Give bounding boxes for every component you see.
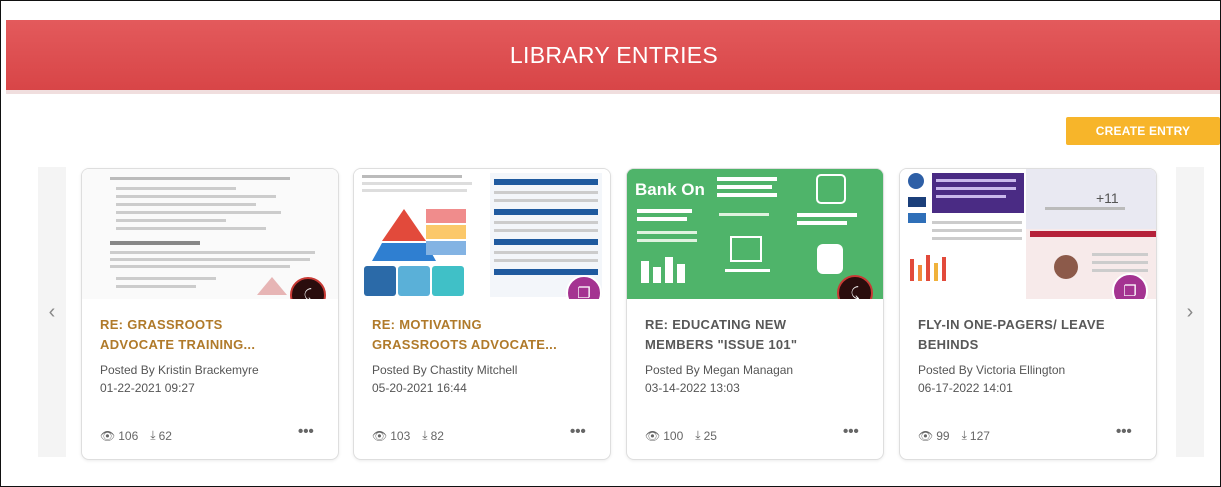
binoculars-icon: 👁: [645, 428, 661, 443]
card-title[interactable]: RE: GRASSROOTS ADVOCATE TRAINING...: [100, 315, 328, 355]
binoculars-icon: 👁: [372, 428, 388, 443]
card-stats: 👁 99 ⤓ 127: [918, 428, 990, 443]
card-title[interactable]: RE: MOTIVATING GRASSROOTS ADVOCATE...: [372, 315, 600, 355]
header-divider: [6, 90, 1220, 94]
views-stat: 👁 103: [372, 428, 411, 443]
download-icon: ⤓: [150, 428, 156, 442]
downloads-stat: ⤓ 25: [695, 428, 717, 443]
thumbnail-brand: Bank On: [635, 180, 705, 199]
binoculars-icon: 👁: [100, 428, 116, 443]
download-icon: ⤓: [961, 428, 967, 442]
more-options-icon[interactable]: •••: [1116, 423, 1132, 440]
more-options-icon[interactable]: •••: [843, 423, 859, 440]
downloads-stat: ⤓ 62: [150, 428, 172, 443]
card-title[interactable]: RE: EDUCATING NEW MEMBERS "ISSUE 101": [645, 315, 873, 355]
card-author: Posted By Chastity Mitchell: [372, 363, 518, 377]
extra-pages-count: +11: [1096, 190, 1119, 206]
document-thumbnail[interactable]: ⤹: [82, 169, 338, 299]
card-author: Posted By Megan Managan: [645, 363, 794, 377]
library-panel: LIBRARY ENTRIES CREATE ENTRY ‹ › ⤹ RE: G…: [0, 0, 1221, 487]
binoculars-icon: 👁: [918, 428, 934, 443]
next-arrow-button[interactable]: ›: [1176, 167, 1204, 457]
library-header: LIBRARY ENTRIES: [6, 20, 1220, 90]
create-entry-button[interactable]: CREATE ENTRY: [1066, 117, 1220, 145]
more-options-icon[interactable]: •••: [298, 423, 314, 440]
card-date: 01-22-2021 09:27: [100, 381, 195, 395]
more-options-icon[interactable]: •••: [570, 423, 586, 440]
card-stats: 👁 106 ⤓ 62: [100, 428, 172, 443]
chevron-right-icon: ›: [1186, 300, 1194, 323]
library-card[interactable]: ⤹ RE: GRASSROOTS ADVOCATE TRAINING... Po…: [81, 168, 339, 460]
card-stats: 👁 103 ⤓ 82: [372, 428, 444, 443]
card-title[interactable]: FLY-IN ONE-PAGERS/ LEAVE BEHINDS: [918, 315, 1146, 355]
library-card[interactable]: ❐ RE: MOTIVATING GRASSROOTS ADVOCATE... …: [353, 168, 611, 460]
download-icon: ⤓: [422, 428, 428, 442]
downloads-stat: ⤓ 127: [961, 428, 990, 443]
download-icon: ⤓: [695, 428, 701, 442]
views-stat: 👁 100: [645, 428, 684, 443]
card-stats: 👁 100 ⤓ 25: [645, 428, 717, 443]
library-card[interactable]: Bank On ⤹ RE: EDUCATING NEW MEMBERS "ISS…: [626, 168, 884, 460]
library-card[interactable]: +11 ❐ FLY-IN ONE-PAGERS/ LEAVE BEHINDS P…: [899, 168, 1157, 460]
prev-arrow-button[interactable]: ‹: [38, 167, 66, 457]
card-date: 05-20-2021 16:44: [372, 381, 467, 395]
card-date: 03-14-2022 13:03: [645, 381, 740, 395]
page-title: LIBRARY ENTRIES: [509, 41, 719, 68]
views-stat: 👁 106: [100, 428, 139, 443]
downloads-stat: ⤓ 82: [422, 428, 444, 443]
card-author: Posted By Kristin Brackemyre: [100, 363, 259, 377]
document-thumbnail[interactable]: Bank On ⤹: [627, 169, 883, 299]
chevron-left-icon: ‹: [48, 300, 56, 323]
document-thumbnail[interactable]: +11 ❐: [900, 169, 1156, 299]
views-stat: 👁 99: [918, 428, 950, 443]
document-thumbnail[interactable]: ❐: [354, 169, 610, 299]
card-date: 06-17-2022 14:01: [918, 381, 1013, 395]
card-author: Posted By Victoria Ellington: [918, 363, 1066, 377]
